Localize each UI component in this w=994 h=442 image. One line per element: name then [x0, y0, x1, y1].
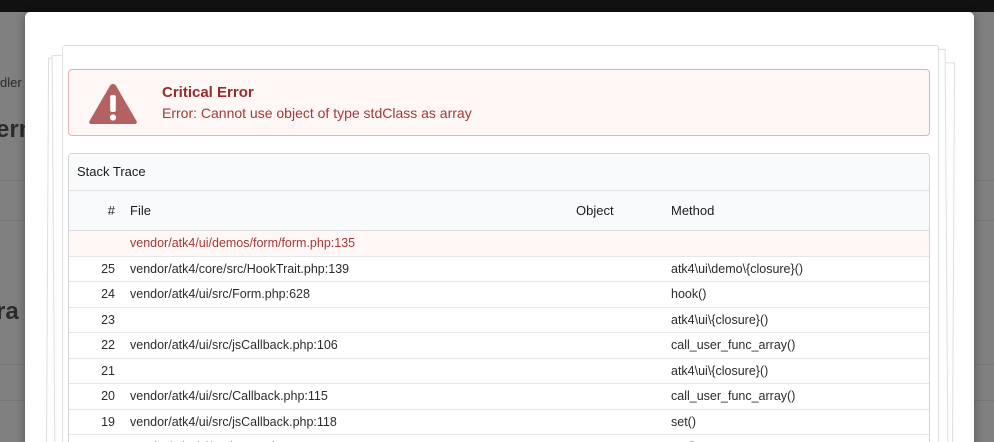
error-message: Error: Cannot use object of type stdClas… — [162, 105, 472, 121]
trace-row-number: 21 — [69, 358, 129, 384]
trace-row-object — [575, 307, 670, 333]
trace-row-file: vendor/atk4/ui/src/jsCallback.php:118 — [129, 409, 575, 435]
trace-row-method: call_user_func_array() — [670, 332, 929, 359]
error-title: Critical Error — [162, 84, 254, 101]
table-row: 21 atk4\ui\{closure}() — [69, 358, 929, 384]
stack-trace-table: # File Object Method vendor/atk4/ui/demo… — [69, 191, 929, 442]
stack-trace-title: Stack Trace — [69, 154, 929, 191]
trace-row-file: vendor/atk4/core/src/HookTrait.php:139 — [129, 256, 575, 282]
trace-row-method: call_user_func_array() — [670, 383, 929, 410]
background-top-bar — [0, 0, 994, 12]
trace-row-method: hook() — [670, 281, 929, 308]
table-row: 25 vendor/atk4/core/src/HookTrait.php:139… — [69, 256, 929, 282]
warning-triangle-icon — [89, 84, 137, 124]
table-row: 20 vendor/atk4/ui/src/Callback.php:115 cal… — [69, 383, 929, 410]
trace-row-number: 25 — [69, 256, 129, 282]
table-row: 23 atk4\ui\{closure}() — [69, 307, 929, 333]
stack-trace-panel: Stack Trace # File Object Method vendor/… — [68, 153, 930, 442]
column-header-method: Method — [670, 191, 929, 231]
trace-row-number: 18 — [69, 434, 129, 442]
stack-trace-header-row: # File Object Method — [69, 191, 929, 231]
column-header-file: File — [129, 191, 575, 231]
trace-row-file: vendor/atk4/ui/src/Callback.php:115 — [129, 383, 575, 410]
trace-row-file: vendor/atk4/ui/src/Form.php:660 — [129, 434, 575, 442]
trace-row-method: atk4\ui\{closure}() — [670, 307, 929, 333]
table-row: 18vendor/atk4/ui/src/Form.php:660 set() — [69, 434, 929, 442]
trace-row-number: 22 — [69, 332, 129, 359]
trace-row-object — [575, 358, 670, 384]
trace-row-object — [575, 230, 670, 257]
trace-row-method: set() — [670, 409, 929, 435]
trace-row-object — [575, 409, 670, 435]
trace-row-file: vendor/atk4/ui/src/jsCallback.php:106 — [129, 332, 575, 359]
trace-row-file — [129, 358, 575, 384]
trace-row-method: atk4\ui\demo\{closure}() — [670, 256, 929, 282]
trace-row-method: atk4\ui\{closure}() — [670, 358, 929, 384]
table-row: vendor/atk4/ui/demos/form/form.php:135 — [69, 230, 929, 257]
trace-row-number: 20 — [69, 383, 129, 410]
trace-row-method: set() — [670, 434, 929, 442]
background-heading-secondary: ra — [0, 298, 19, 325]
trace-row-number — [69, 230, 129, 257]
trace-row-object — [575, 256, 670, 282]
error-message-box: Critical Error Error: Cannot use object … — [68, 69, 930, 136]
column-header-number: # — [69, 191, 129, 231]
stack-trace-rows: vendor/atk4/ui/demos/form/form.php:135 25… — [69, 230, 929, 442]
column-header-object: Object — [575, 191, 670, 231]
trace-row-object — [575, 383, 670, 410]
trace-row-object — [575, 434, 670, 442]
trace-row-file — [129, 307, 575, 333]
background-breadcrumb: dler — [0, 75, 22, 90]
table-row: 19 vendor/atk4/ui/src/jsCallback.php:118 s… — [69, 409, 929, 435]
trace-row-file: vendor/atk4/ui/demos/form/form.php:135 — [129, 230, 575, 257]
table-row: 24 vendor/atk4/ui/src/Form.php:628 hook() — [69, 281, 929, 308]
error-modal: Critical Error Error: Cannot use object … — [25, 12, 974, 442]
table-row: 22 vendor/atk4/ui/src/jsCallback.php:106 c… — [69, 332, 929, 359]
trace-row-number: 24 — [69, 281, 129, 308]
trace-row-object — [575, 332, 670, 359]
trace-row-object — [575, 281, 670, 308]
trace-row-number: 19 — [69, 409, 129, 435]
trace-row-method — [670, 230, 929, 257]
trace-row-number: 23 — [69, 307, 129, 333]
trace-row-file: vendor/atk4/ui/src/Form.php:628 — [129, 281, 575, 308]
